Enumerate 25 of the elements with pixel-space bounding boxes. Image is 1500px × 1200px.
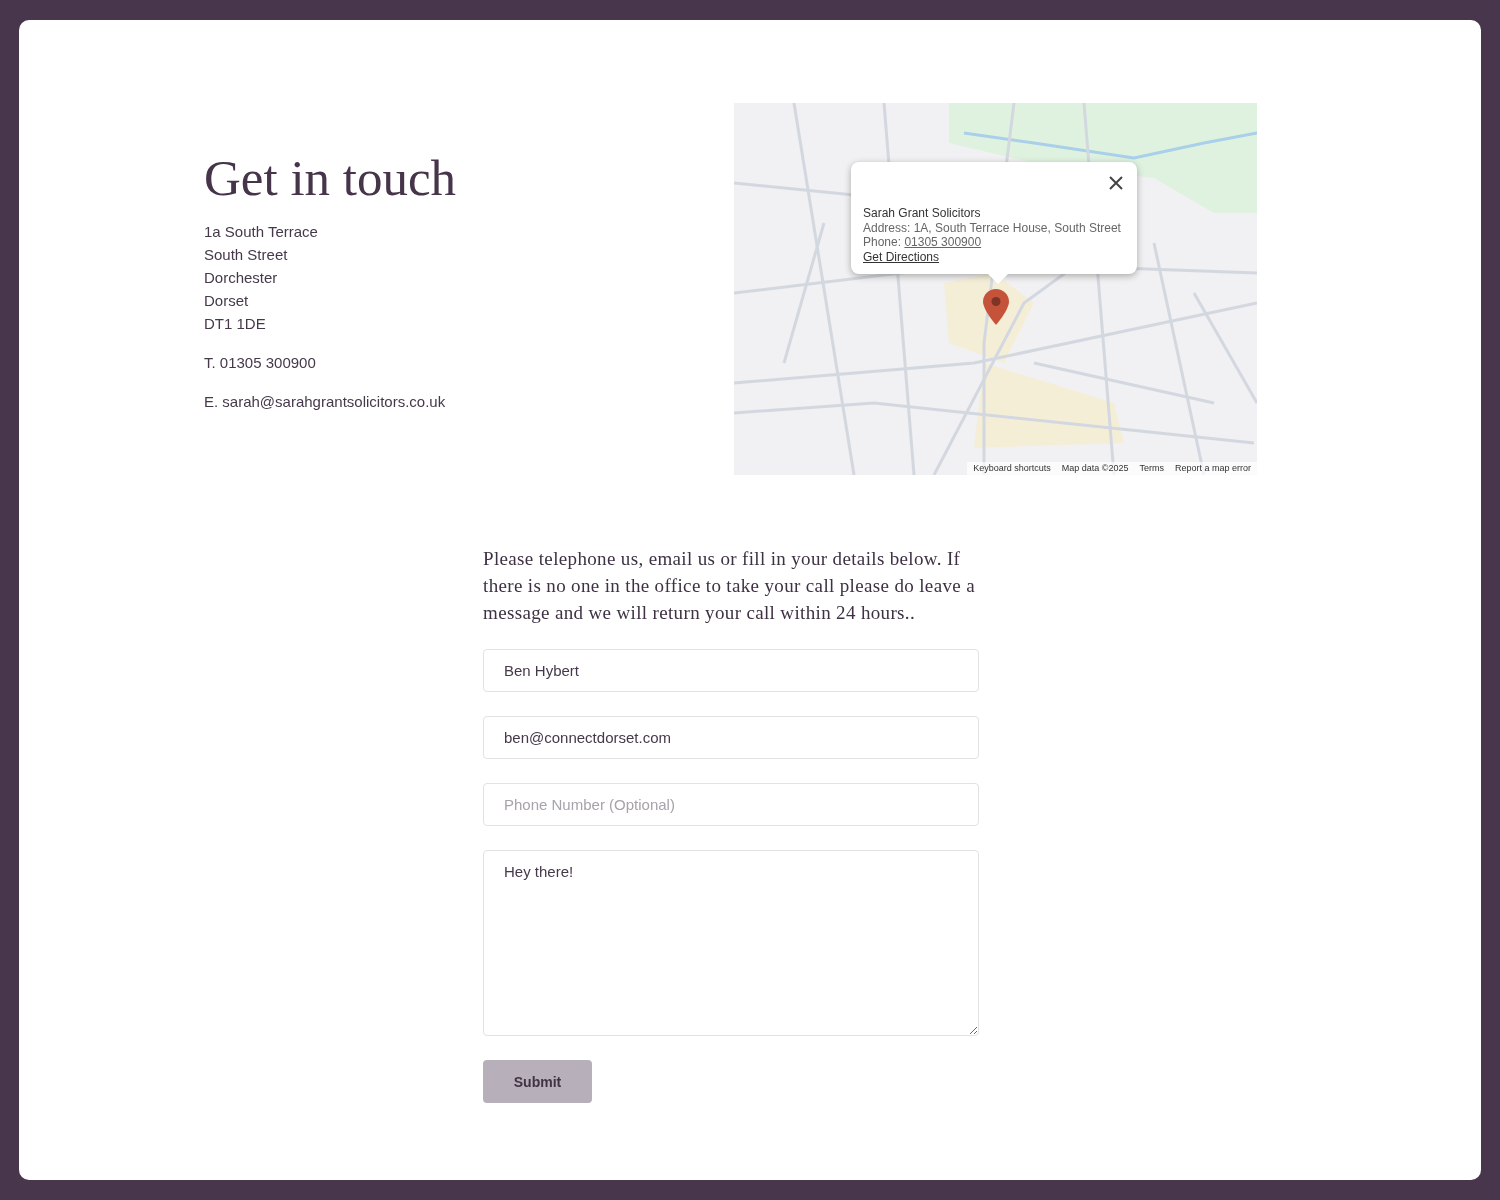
close-icon[interactable] [1108, 176, 1123, 190]
submit-button[interactable]: Submit [483, 1060, 592, 1103]
text-input-field[interactable]: Phone Number (Optional) [483, 783, 979, 826]
business-phone: Phone: 01305 300900 [863, 235, 983, 250]
text-input-field[interactable]: Ben Hybert [483, 649, 979, 692]
map-pin-icon[interactable] [983, 289, 1009, 325]
map-footer-link[interactable]: Map data ©2025 [1061, 463, 1129, 473]
page-heading: Get in touch [204, 150, 458, 207]
email-text: E. sarah@sarahgrantsolicitors.co.uk [204, 392, 447, 413]
business-name: Sarah Grant Solicitors [863, 206, 982, 221]
text-input-field[interactable]: ben@connectdorset.com [483, 716, 979, 759]
map-footer-link[interactable]: Report a map error [1174, 463, 1251, 473]
contact-intro: Please telephone us, email us or fill in your details below. If there is no one in the office to take your call please do leave a message and we will return your call within 24 hours.. [483, 547, 976, 625]
map-footer-link[interactable]: Keyboard shortcuts [973, 463, 1051, 473]
directions-link[interactable]: Get Directions [863, 249, 940, 264]
address-line: 1a South Terrace [204, 222, 319, 243]
map-footer-link[interactable]: Terms [1139, 463, 1164, 473]
address-line: Dorset [204, 291, 250, 312]
phone-text: T. 01305 300900 [204, 353, 317, 374]
address-line: DT1 1DE [204, 314, 267, 335]
address-line: South Street [204, 245, 289, 266]
business-address: Address: 1A, South Terrace House, South Street [863, 220, 1121, 235]
phone-link[interactable]: 01305 300900 [904, 235, 982, 249]
message-field[interactable]: Hey there! [483, 850, 979, 1036]
address-line: Dorchester [204, 268, 279, 289]
